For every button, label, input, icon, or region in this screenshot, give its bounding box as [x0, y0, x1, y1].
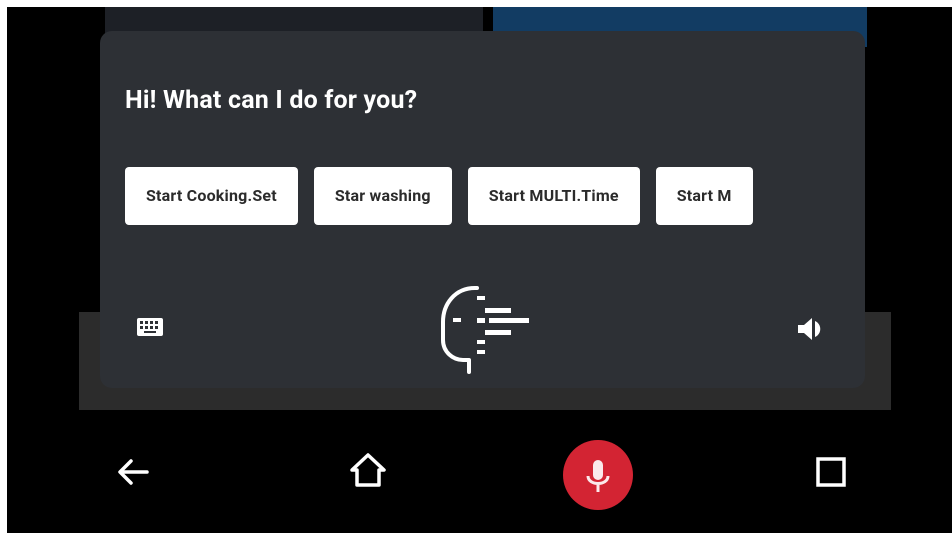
suggestion-chip-star-washing[interactable]: Star washing [313, 167, 452, 225]
keyboard-icon[interactable] [136, 316, 164, 338]
recents-square-icon[interactable] [811, 452, 851, 492]
assistant-greeting: Hi! What can I do for you? [125, 86, 418, 115]
back-arrow-icon[interactable] [113, 452, 153, 492]
home-icon[interactable] [348, 450, 388, 490]
suggestion-chip-start-multi-time[interactable]: Start MULTI.Time [467, 167, 640, 225]
microphone-icon [586, 460, 610, 492]
assistant-panel: Hi! What can I do for you? Start Cooking… [100, 31, 865, 388]
suggestion-chip-start-m[interactable]: Start M [655, 167, 753, 225]
assistant-face-icon[interactable] [433, 278, 533, 376]
suggestion-chips: Start Cooking.Set Star washing Start MUL… [125, 167, 753, 225]
microphone-button[interactable] [563, 440, 633, 510]
volume-icon[interactable] [794, 314, 830, 344]
device-screen: Hi! What can I do for you? Start Cooking… [7, 7, 952, 533]
suggestion-chip-start-cooking[interactable]: Start Cooking.Set [125, 167, 298, 225]
navigation-bar [7, 410, 952, 533]
